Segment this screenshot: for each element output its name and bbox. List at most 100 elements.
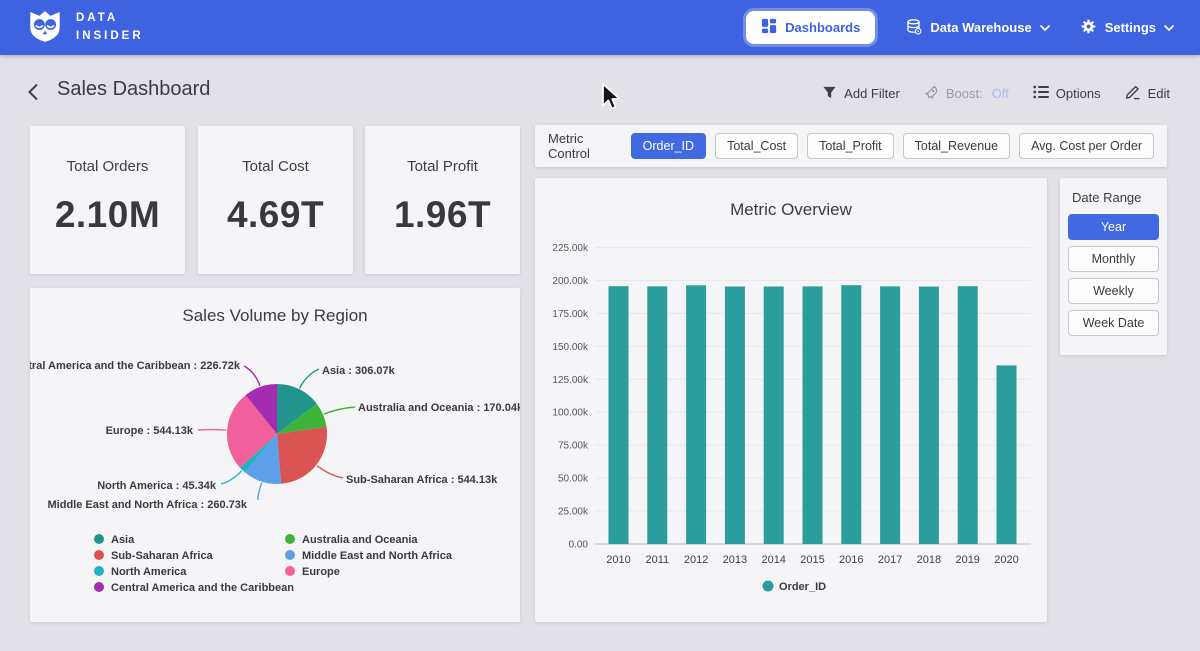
nav-data-warehouse-label: Data Warehouse [930,20,1031,35]
x-axis-tick-label: 2020 [994,554,1018,566]
bar-2012[interactable] [686,285,706,544]
pie-slice-label: Asia : 306.07k [322,365,396,377]
pie-label-connector [221,471,242,484]
date-range-panel: Date Range Year Monthly Weekly Week Date [1060,178,1167,355]
kpi-value: 1.96T [394,194,491,236]
database-icon [905,18,922,38]
y-axis-tick-label: 25.00k [558,507,589,518]
pie-slice-sub-saharan-africa[interactable] [277,427,327,484]
pie-legend-item-australia-and-oceania[interactable]: Australia and Oceania [285,534,418,546]
y-axis-tick-label: 75.00k [558,441,589,452]
pie-label-connector [198,430,226,431]
nav-settings-button[interactable]: Settings [1080,18,1174,38]
nav-data-warehouse-button[interactable]: Data Warehouse [905,18,1049,38]
legend-dot [94,566,104,576]
pie-legend-item-middle-east-and-north-africa[interactable]: Middle East and North Africa [285,550,453,562]
pie-legend-item-sub-saharan-africa[interactable]: Sub-Saharan Africa [94,550,214,562]
pie-label-connector [300,369,319,388]
bar-2013[interactable] [725,287,745,545]
y-axis-tick-label: 225.00k [552,243,589,254]
bar-legend-item-order-id[interactable]: Order_ID [763,581,827,594]
legend-dot [94,534,104,544]
kpi-card-total-profit: Total Profit 1.96T [365,126,520,274]
bar-2016[interactable] [841,285,861,544]
options-label: Options [1056,86,1101,101]
date-range-button-monthly[interactable]: Monthly [1068,246,1159,272]
nav-settings-label: Settings [1105,20,1156,35]
legend-label: Europe [302,566,340,578]
bar-2017[interactable] [880,286,900,544]
legend-label: Order_ID [779,581,826,593]
legend-label: Australia and Oceania [302,534,418,546]
nav-dashboards-button[interactable]: Dashboards [746,11,875,44]
page-title: Sales Dashboard [57,78,210,101]
metric-button-order-id[interactable]: Order_ID [631,133,706,159]
kpi-value: 2.10M [55,194,160,236]
chevron-down-icon [1164,20,1174,35]
date-range-label: Date Range [1072,190,1159,205]
pie-label-connector [244,366,260,386]
legend-label: Asia [111,534,135,546]
legend-dot [285,534,295,544]
bar-2010[interactable] [609,286,629,544]
nav-dashboards-label: Dashboards [785,20,860,35]
pie-label-connector [317,466,343,478]
metric-button-total-cost[interactable]: Total_Cost [715,133,798,159]
metric-button-avg-cost-per-order[interactable]: Avg. Cost per Order [1019,133,1154,159]
pie-slice-label: Central America and the Caribbean : 226.… [30,360,241,372]
legend-dot [285,550,295,560]
metric-button-total-revenue[interactable]: Total_Revenue [903,133,1010,159]
pie-legend-item-central-america-and-the-caribbean[interactable]: Central America and the Caribbean [94,582,294,594]
funnel-icon [822,85,837,103]
brand[interactable]: DATA INSIDER [26,6,144,49]
back-button[interactable] [27,83,39,106]
y-axis-tick-label: 200.00k [552,276,589,287]
rocket-icon [924,85,939,103]
pie-slice-label: North America : 45.34k [97,480,217,492]
x-axis-tick-label: 2013 [723,554,747,566]
pie-legend-item-asia[interactable]: Asia [94,534,135,546]
kpi-label: Total Cost [242,158,309,175]
pie-chart: Asia : 306.07k Australia and Oceania : 17… [30,288,520,622]
legend-dot [94,582,104,592]
legend-dot [763,581,774,592]
pencil-icon [1125,84,1141,103]
metric-button-total-profit[interactable]: Total_Profit [807,133,894,159]
pie-slice-label: Australia and Oceania : 170.04k [358,402,520,414]
x-axis-tick-label: 2015 [800,554,824,566]
list-icon [1033,85,1049,102]
pie-legend-item-north-america[interactable]: North America [94,566,187,578]
legend-label: North America [111,566,187,578]
metric-control-label: Metric Control [548,131,618,161]
gear-icon [1080,18,1097,38]
x-axis-tick-label: 2014 [761,554,785,566]
bar-2014[interactable] [764,287,784,545]
y-axis-tick-label: 100.00k [552,408,589,419]
bar-2020[interactable] [997,365,1017,544]
boost-toggle[interactable]: Boost: Off [924,85,1009,103]
add-filter-button[interactable]: Add Filter [822,85,900,103]
y-axis-tick-label: 50.00k [558,474,589,485]
date-range-button-weekly[interactable]: Weekly [1068,278,1159,304]
kpi-value: 4.69T [227,194,324,236]
owl-logo-icon [26,6,64,49]
bar-2019[interactable] [958,286,978,544]
mouse-cursor [599,82,625,117]
kpi-card-total-orders: Total Orders 2.10M [30,126,185,274]
bar-2011[interactable] [647,286,667,544]
date-range-button-week-date[interactable]: Week Date [1068,310,1159,336]
date-range-button-year[interactable]: Year [1068,214,1159,240]
y-axis-tick-label: 0.00 [569,540,589,551]
bar-2015[interactable] [803,286,823,544]
x-axis-tick-label: 2016 [839,554,863,566]
pie-legend-item-europe[interactable]: Europe [285,566,340,578]
bar-2018[interactable] [919,287,939,544]
boost-state: Off [992,86,1009,101]
options-button[interactable]: Options [1033,85,1101,102]
x-axis-tick-label: 2010 [606,554,630,566]
legend-label: Central America and the Caribbean [111,582,294,594]
brand-name: DATA INSIDER [76,10,144,45]
edit-button[interactable]: Edit [1125,84,1170,103]
kpi-card-total-cost: Total Cost 4.69T [198,126,353,274]
bar-chart: 0.0025.00k50.00k75.00k100.00k125.00k150.… [535,178,1047,622]
